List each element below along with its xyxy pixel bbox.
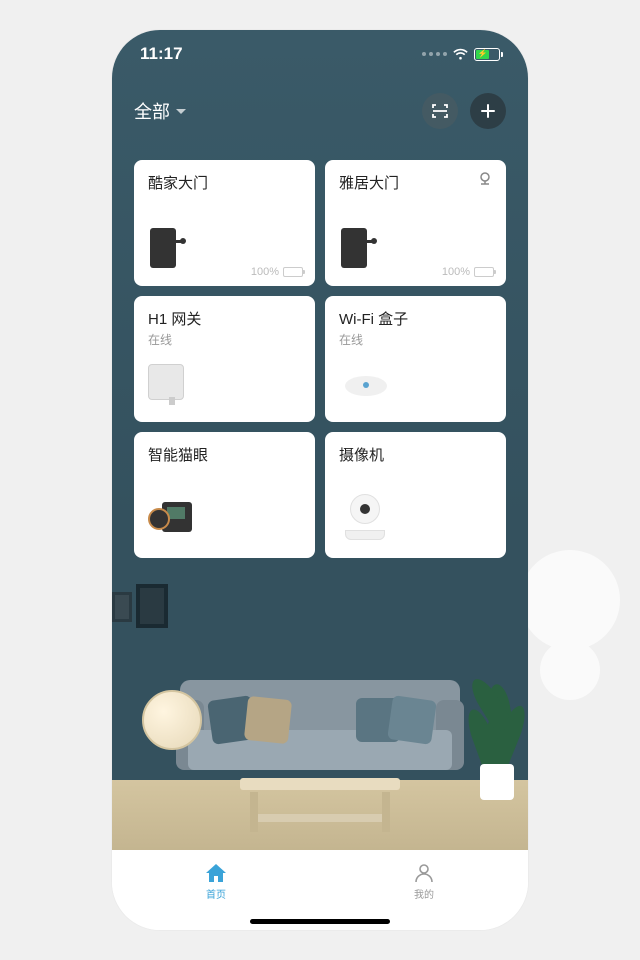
home-indicator[interactable] <box>250 919 390 924</box>
status-time: 11:17 <box>140 44 183 64</box>
status-icons: ⚡ <box>422 48 500 61</box>
nav-home-label: 首页 <box>206 886 226 901</box>
add-button[interactable] <box>470 93 506 129</box>
device-name: 酷家大门 <box>148 172 301 193</box>
device-name: H1 网关 <box>148 308 301 329</box>
nav-home[interactable]: 首页 <box>112 850 320 912</box>
lock-icon <box>341 228 367 268</box>
room-illustration <box>112 570 528 850</box>
bg-decoration <box>520 550 620 650</box>
device-card-wifi[interactable]: Wi-Fi 盒子 在线 <box>325 296 506 422</box>
bg-decoration <box>540 640 600 700</box>
device-name: 雅居大门 <box>339 172 492 193</box>
header: 全部 <box>112 86 528 136</box>
device-card-camera[interactable]: 摄像机 <box>325 432 506 558</box>
filter-label: 全部 <box>134 98 170 124</box>
device-status: 在线 <box>339 331 492 348</box>
bottom-nav: 首页 我的 <box>112 850 528 930</box>
device-name: Wi-Fi 盒子 <box>339 308 492 329</box>
device-card-gateway[interactable]: H1 网关 在线 <box>134 296 315 422</box>
person-icon <box>413 862 435 884</box>
camera-icon <box>476 170 494 193</box>
battery-icon: ⚡ <box>474 48 500 61</box>
battery-indicator: 100% <box>442 266 494 278</box>
device-card-lock[interactable]: 雅居大门 100% <box>325 160 506 286</box>
status-bar: 11:17 ⚡ <box>112 30 528 78</box>
device-card-peephole[interactable]: 智能猫眼 <box>134 432 315 558</box>
signal-icon <box>422 52 447 56</box>
device-status: 在线 <box>148 331 301 348</box>
peephole-icon <box>148 502 192 536</box>
gateway-icon <box>148 364 184 400</box>
filter-dropdown[interactable]: 全部 <box>134 98 186 124</box>
lock-icon <box>150 228 176 268</box>
nav-mine-label: 我的 <box>414 886 434 901</box>
battery-indicator: 100% <box>251 266 303 278</box>
wifi-box-icon <box>345 376 387 396</box>
scan-button[interactable] <box>422 93 458 129</box>
phone-frame: 11:17 ⚡ 全部 <box>112 30 528 930</box>
device-grid: 酷家大门 100% 雅居大门 100% H1 网关 在线 Wi-Fi 盒子 在线 <box>134 160 506 558</box>
device-name: 智能猫眼 <box>148 444 301 465</box>
device-card-lock[interactable]: 酷家大门 100% <box>134 160 315 286</box>
device-name: 摄像机 <box>339 444 492 465</box>
wifi-icon <box>452 48 469 61</box>
chevron-down-icon <box>176 109 186 114</box>
home-icon <box>204 862 228 884</box>
camera-device-icon <box>345 494 385 540</box>
nav-mine[interactable]: 我的 <box>320 850 528 912</box>
